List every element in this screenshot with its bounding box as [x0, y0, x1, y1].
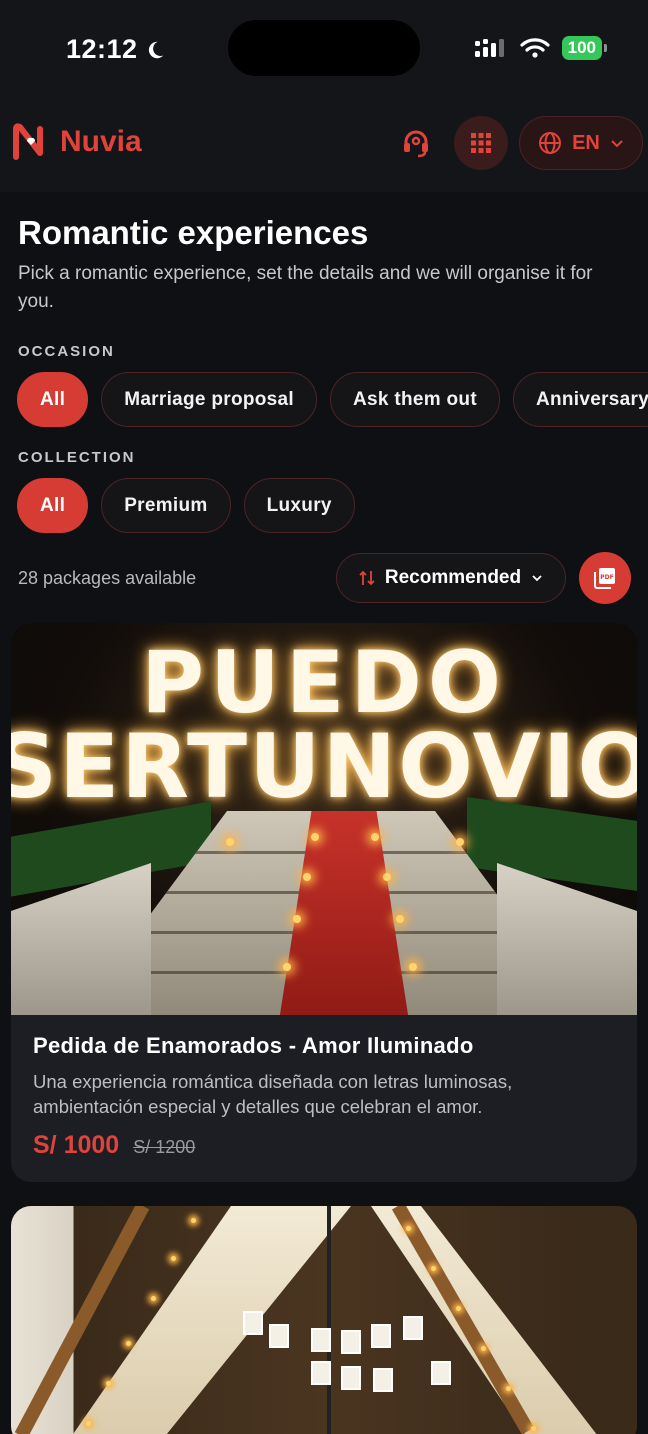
nuvia-logo-icon — [13, 123, 43, 160]
brand-logo[interactable]: Nuvia — [12, 123, 142, 161]
support-icon — [404, 130, 428, 158]
grid-icon — [471, 133, 491, 153]
globe-icon — [539, 132, 562, 154]
support-button[interactable] — [389, 116, 443, 170]
chevron-down-icon — [532, 575, 542, 582]
status-time: 12:12 — [66, 34, 166, 65]
chevron-down-icon — [611, 140, 623, 148]
pdf-download-button[interactable]: PDF — [579, 552, 631, 604]
package-image: PUEDO SERTUNOVIO — [11, 623, 637, 1015]
battery-indicator: 100 — [561, 36, 608, 60]
package-card[interactable] — [11, 1206, 637, 1434]
package-title: Pedida de Enamorados - Amor Iluminado — [33, 1033, 474, 1058]
sort-icon — [359, 570, 375, 586]
page-subtitle: Pick a romantic experience, set the deta… — [18, 263, 593, 312]
package-old-price: S/ 1200 — [133, 1137, 196, 1157]
svg-text:PDF: PDF — [600, 574, 613, 581]
price-row: S/ 1000 S/ 1200 — [33, 1131, 615, 1160]
packages-count: 28 packages available — [18, 568, 197, 588]
package-image — [11, 1206, 637, 1434]
status-icons: 100 — [474, 36, 608, 60]
package-details: Pedida de Enamorados - Amor Iluminado Un… — [11, 1015, 637, 1182]
page-title: Romantic experiences — [18, 214, 369, 251]
occasion-chips: All Marriage proposal Ask them out Anniv… — [17, 372, 648, 427]
collection-chips: All Premium Luxury — [17, 478, 355, 533]
package-description: Una experiencia romántica diseñada con l… — [33, 1071, 513, 1117]
moon-icon — [148, 41, 163, 58]
signal-icon — [474, 39, 504, 57]
occasion-chip-all[interactable]: All — [17, 372, 89, 427]
pdf-icon: PDF — [594, 568, 615, 589]
main-content: Romantic experiences Pick a romantic exp… — [0, 192, 648, 1434]
menu-grid-button[interactable] — [454, 116, 508, 170]
dynamic-island — [228, 20, 420, 76]
occasion-chip-ask-them-out[interactable]: Ask them out — [330, 372, 500, 427]
occasion-label: OCCASION — [18, 343, 115, 360]
wifi-icon — [520, 38, 550, 58]
sort-dropdown[interactable]: Recommended — [336, 553, 566, 603]
occasion-chip-anniversary[interactable]: Anniversary — [512, 372, 648, 427]
language-selector[interactable]: EN — [519, 116, 643, 170]
occasion-chip-marriage-proposal[interactable]: Marriage proposal — [101, 372, 317, 427]
collection-chip-luxury[interactable]: Luxury — [243, 478, 355, 533]
status-bar: 12:12 100 — [0, 0, 648, 92]
language-code: EN — [572, 131, 600, 154]
brand-name: Nuvia — [60, 125, 142, 158]
photo-sign-line-2: SERTUNOVIO — [11, 715, 637, 818]
collection-chip-premium[interactable]: Premium — [101, 478, 231, 533]
app-header: Nuvia EN — [0, 92, 648, 192]
package-price: S/ 1000 — [33, 1131, 120, 1159]
package-card[interactable]: PUEDO SERTUNOVIO Pedida de Enamorados - … — [11, 623, 637, 1182]
collection-chip-all[interactable]: All — [17, 478, 89, 533]
collection-label: COLLECTION — [18, 449, 136, 466]
sort-label: Recommended — [384, 567, 522, 588]
